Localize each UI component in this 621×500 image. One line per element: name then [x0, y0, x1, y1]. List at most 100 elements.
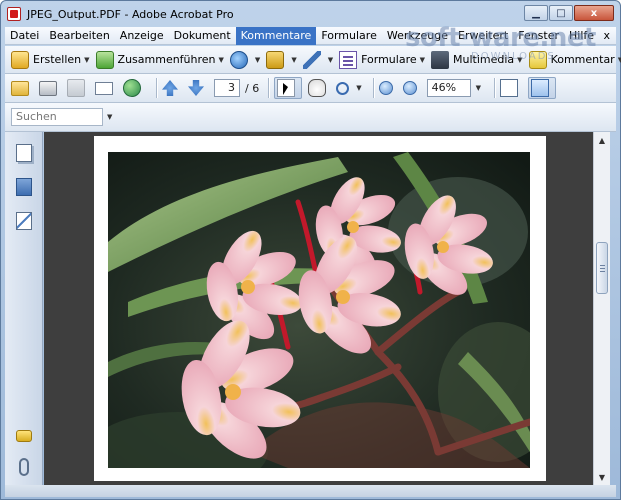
zoom-out-button[interactable] — [378, 77, 397, 99]
chevron-down-icon: ▼ — [356, 84, 362, 92]
window-controls: ▁ □ x — [523, 5, 614, 21]
vertical-scrollbar[interactable]: ▲ ▼ — [593, 132, 610, 485]
save-icon — [67, 79, 85, 97]
chevron-down-icon: ▼ — [327, 55, 334, 64]
combine-icon — [95, 50, 114, 69]
navigation-toolbar: 3 / 6 ▼ 46% ▼ — [5, 74, 616, 103]
menu-bearbeiten[interactable]: Bearbeiten — [44, 27, 114, 45]
arrow-down-icon — [188, 80, 204, 96]
scroll-down-button[interactable]: ▼ — [594, 469, 610, 485]
next-page-button[interactable] — [188, 77, 208, 99]
page-number-input[interactable]: 3 — [214, 79, 240, 97]
menu-anzeige[interactable]: Anzeige — [115, 27, 169, 45]
pdf-page — [94, 136, 546, 481]
comments-panel-icon[interactable] — [16, 430, 32, 442]
open-button[interactable] — [11, 77, 33, 99]
hand-tool-icon — [308, 79, 327, 97]
fit-width-button[interactable] — [527, 77, 556, 99]
pages-panel-icon[interactable] — [16, 144, 32, 162]
previous-page-button[interactable] — [162, 77, 182, 99]
document-view[interactable] — [44, 132, 593, 485]
maximize-button[interactable]: □ — [549, 5, 573, 21]
comment-label: Kommentar — [550, 53, 615, 66]
create-icon — [11, 50, 29, 69]
email-icon — [95, 81, 113, 95]
zoom-in-icon — [402, 81, 417, 95]
menu-dokument[interactable]: Dokument — [169, 27, 236, 45]
forms-icon — [339, 50, 358, 69]
create-button[interactable]: Erstellen ▼ — [11, 49, 90, 71]
share-button[interactable]: ▼ — [229, 49, 261, 71]
zoom-tool-icon — [336, 81, 350, 95]
zoom-dropdown-chevron-icon[interactable]: ▼ — [476, 84, 481, 92]
forms-button[interactable]: Formulare ▼ — [339, 49, 425, 71]
pdf-icon — [7, 7, 21, 21]
combine-label: Zusammenführen — [117, 53, 216, 66]
scroll-thumb[interactable] — [596, 242, 608, 295]
toolbar-divider — [493, 78, 495, 98]
menu-formulare[interactable]: Formulare — [316, 27, 382, 45]
menu-bar: Datei Bearbeiten Anzeige Dokument Kommen… — [5, 26, 616, 45]
arrow-up-icon — [162, 80, 178, 96]
web-button[interactable] — [123, 77, 145, 99]
select-tool-button[interactable] — [274, 77, 303, 99]
multimedia-icon — [431, 50, 450, 69]
print-icon — [39, 80, 57, 96]
fit-page-icon — [499, 79, 518, 97]
menu-fenster[interactable]: Fenster — [513, 27, 564, 45]
minimize-button[interactable]: ▁ — [524, 5, 548, 21]
print-button[interactable] — [39, 77, 61, 99]
fit-page-button[interactable] — [499, 77, 522, 99]
zoom-level-input[interactable]: 46% — [426, 79, 471, 97]
create-label: Erstellen — [33, 53, 82, 66]
search-input[interactable]: Suchen — [11, 108, 103, 126]
scroll-up-button[interactable]: ▲ — [594, 132, 610, 148]
share-icon — [229, 50, 248, 69]
menu-erweitert[interactable]: Erweitert — [453, 27, 513, 45]
fit-width-icon — [530, 79, 549, 97]
grip-icon — [600, 265, 605, 273]
secure-button[interactable]: ▼ — [266, 49, 297, 71]
chevron-down-icon: ▼ — [84, 55, 90, 64]
search-toolbar: Suchen ▼ — [5, 103, 616, 132]
save-button[interactable] — [67, 77, 89, 99]
page-total: / 6 — [245, 81, 260, 95]
document-close-button[interactable]: x — [603, 29, 610, 42]
open-folder-icon — [11, 80, 29, 96]
window-title: JPEG_Output.PDF - Adobe Acrobat Pro — [27, 7, 234, 21]
toolbar-divider — [372, 78, 374, 98]
menu-hilfe[interactable]: Hilfe — [564, 27, 599, 45]
search-options-chevron-icon[interactable]: ▼ — [107, 113, 112, 121]
toolbar-divider — [156, 78, 157, 98]
window-bottom-edge — [5, 485, 616, 497]
close-button[interactable]: x — [574, 5, 614, 21]
acrobat-window: JPEG_Output.PDF - Adobe Acrobat Pro ▁ □ … — [0, 0, 621, 500]
watermark-subtitle: DOWNLOADS — [471, 51, 556, 62]
hand-tool-button[interactable] — [308, 77, 330, 99]
sign-button[interactable]: ▼ — [302, 49, 334, 71]
zoom-tool-button[interactable]: ▼ — [336, 77, 362, 99]
chevron-down-icon: ▼ — [291, 55, 297, 64]
select-tool-icon — [277, 79, 296, 97]
signatures-panel-icon[interactable] — [16, 212, 32, 230]
chevron-down-icon: ▼ — [218, 55, 224, 64]
menu-datei[interactable]: Datei — [5, 27, 44, 45]
forms-label: Formulare — [361, 53, 417, 66]
zoom-out-icon — [378, 81, 393, 95]
zoom-in-button[interactable] — [402, 77, 421, 99]
attachments-panel-icon[interactable] — [19, 458, 29, 476]
chevron-down-icon: ▼ — [419, 55, 426, 64]
pen-icon — [302, 50, 321, 69]
chevron-down-icon: ▼ — [254, 55, 261, 64]
navigation-panel — [5, 132, 43, 485]
email-button[interactable] — [95, 77, 117, 99]
photo-illustration — [108, 152, 530, 468]
toolbar-divider — [268, 78, 270, 98]
combine-button[interactable]: Zusammenführen ▼ — [95, 49, 224, 71]
menu-werkzeuge[interactable]: Werkzeuge — [382, 27, 453, 45]
frangipani-photo — [108, 152, 530, 468]
menu-kommentare[interactable]: Kommentare — [235, 26, 317, 45]
title-bar: JPEG_Output.PDF - Adobe Acrobat Pro ▁ □ … — [1, 1, 620, 27]
bookmarks-panel-icon[interactable] — [16, 178, 32, 196]
lock-icon — [266, 50, 285, 69]
